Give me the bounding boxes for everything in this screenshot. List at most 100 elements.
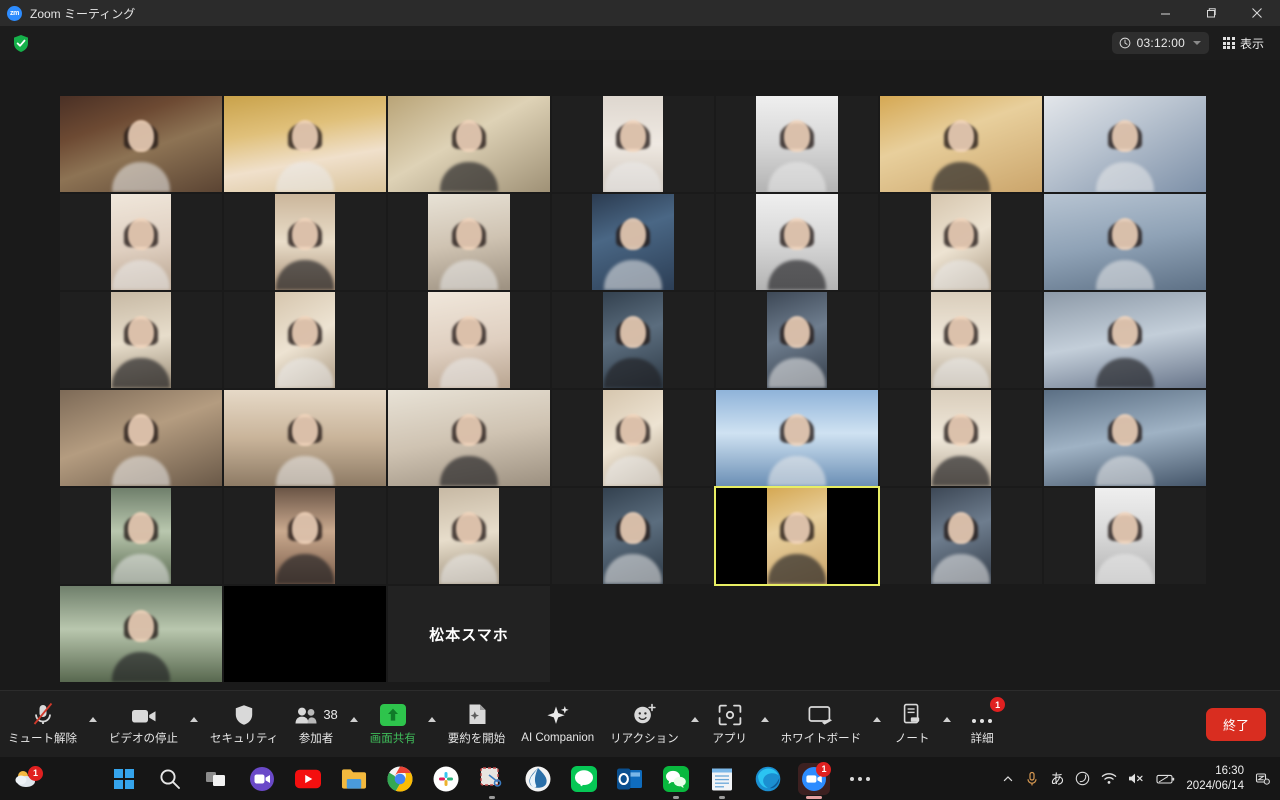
participant-tile[interactable] [552, 390, 714, 486]
chevron-up-icon [690, 716, 699, 722]
participants-button-options[interactable] [346, 695, 362, 753]
search-button[interactable] [154, 763, 186, 795]
snipping-tool-app[interactable] [476, 763, 508, 799]
participant-tile[interactable] [388, 488, 550, 584]
more-button[interactable]: 詳細 1 [955, 695, 1009, 753]
ime-indicator[interactable]: あ [1050, 769, 1064, 789]
participant-tile[interactable] [224, 96, 386, 192]
participant-tile[interactable] [388, 194, 550, 290]
participant-tile[interactable] [60, 96, 222, 192]
speaker-muted-icon[interactable] [1128, 772, 1145, 785]
shield-check-icon[interactable] [12, 34, 30, 53]
participant-tile[interactable] [716, 390, 878, 486]
weather-widget[interactable]: 1 [12, 765, 43, 791]
participant-tile[interactable] [224, 390, 386, 486]
file-explorer-app[interactable] [338, 763, 370, 795]
participant-tile[interactable] [716, 292, 878, 388]
participant-tile[interactable] [388, 96, 550, 192]
maximize-icon[interactable] [1188, 0, 1234, 26]
participants-button[interactable]: 38 参加者 [286, 695, 345, 753]
view-layout-button[interactable]: 表示 [1217, 31, 1270, 56]
participant-tile[interactable] [224, 292, 386, 388]
battery-icon[interactable] [1156, 773, 1175, 785]
participant-tile[interactable] [224, 194, 386, 290]
participant-tile[interactable] [880, 96, 1042, 192]
participant-tile[interactable] [1044, 96, 1206, 192]
apps-button[interactable]: アプリ [703, 695, 757, 753]
participant-tile[interactable] [60, 586, 222, 682]
share-screen-button[interactable]: 画面共有 [362, 695, 424, 753]
participant-tile[interactable] [388, 292, 550, 388]
participant-tile[interactable] [1044, 390, 1206, 486]
summary-button[interactable]: 要約を開始 [440, 695, 514, 753]
share-screen-button-options[interactable] [424, 695, 440, 753]
microphone-icon[interactable] [1025, 771, 1039, 787]
line-app[interactable] [568, 763, 600, 795]
minimize-icon[interactable] [1142, 0, 1188, 26]
wechat-app[interactable] [660, 763, 692, 799]
video-button-options[interactable] [186, 695, 202, 753]
start-button[interactable] [108, 763, 140, 795]
participant-tile[interactable] [60, 194, 222, 290]
participant-tile[interactable] [60, 488, 222, 584]
smiley-plus-icon [632, 702, 657, 726]
participant-tile[interactable] [880, 488, 1042, 584]
meeting-timer[interactable]: 03:12:00 [1111, 32, 1209, 54]
taskbar-clock[interactable]: 16:30 2024/06/14 [1186, 764, 1244, 793]
task-view-button[interactable] [200, 763, 232, 795]
browser-app[interactable] [522, 763, 554, 795]
participant-tile[interactable] [60, 390, 222, 486]
participant-tile[interactable] [714, 486, 880, 586]
participant-tile[interactable] [224, 586, 386, 682]
participant-tile[interactable] [224, 488, 386, 584]
chevron-up-icon[interactable] [1002, 773, 1014, 785]
participant-tile[interactable] [60, 292, 222, 388]
mute-button[interactable]: ミュート解除 [0, 695, 85, 753]
notepad-app[interactable] [706, 763, 738, 799]
notification-icon[interactable] [1255, 771, 1270, 786]
participant-tile[interactable] [552, 194, 714, 290]
participant-tile[interactable] [716, 96, 878, 192]
participant-tile[interactable] [552, 488, 714, 584]
notes-button[interactable]: ノート [885, 695, 939, 753]
participant-tile[interactable] [1044, 488, 1206, 584]
slack-app[interactable] [430, 763, 462, 795]
participant-tile[interactable] [880, 292, 1042, 388]
end-meeting-button[interactable]: 終了 [1205, 707, 1266, 741]
overflow-button[interactable] [844, 763, 876, 795]
participant-tile[interactable] [552, 96, 714, 192]
wifi-icon[interactable] [1101, 772, 1117, 785]
whiteboard-button-options[interactable] [869, 695, 885, 753]
video-button[interactable]: ビデオの停止 [101, 695, 186, 753]
participant-video [716, 292, 878, 388]
participant-tile[interactable]: 松本スマホ [388, 586, 550, 682]
whiteboard-button[interactable]: ホワイトボード [773, 695, 870, 753]
ai-companion-button[interactable]: AI Companion [513, 695, 602, 753]
participant-tile[interactable] [552, 292, 714, 388]
chevron-down-icon[interactable] [1192, 41, 1201, 45]
participant-tile[interactable] [880, 390, 1042, 486]
participant-tile[interactable] [1044, 292, 1206, 388]
participant-tile[interactable] [388, 390, 550, 486]
mute-button-options[interactable] [85, 695, 101, 753]
chrome-app[interactable] [384, 763, 416, 795]
participant-tile[interactable] [1044, 194, 1206, 290]
moon-icon[interactable] [1075, 771, 1090, 786]
person-silhouette [276, 456, 334, 486]
youtube-app[interactable] [292, 763, 324, 795]
reactions-button[interactable]: リアクション [602, 695, 686, 753]
reactions-button-options[interactable] [687, 695, 703, 753]
edge-app[interactable] [752, 763, 784, 795]
participant-video [716, 96, 878, 192]
security-button[interactable]: セキュリティ [202, 695, 286, 753]
meet-app[interactable] [246, 763, 278, 795]
participant-video [880, 292, 1042, 388]
close-icon[interactable] [1234, 0, 1280, 26]
participant-video [60, 488, 222, 584]
apps-button-options[interactable] [757, 695, 773, 753]
participant-tile[interactable] [716, 194, 878, 290]
participant-tile[interactable] [880, 194, 1042, 290]
outlook-app[interactable] [614, 763, 646, 795]
notes-button-options[interactable] [939, 695, 955, 753]
zoom-app[interactable]: 1 [798, 761, 832, 799]
